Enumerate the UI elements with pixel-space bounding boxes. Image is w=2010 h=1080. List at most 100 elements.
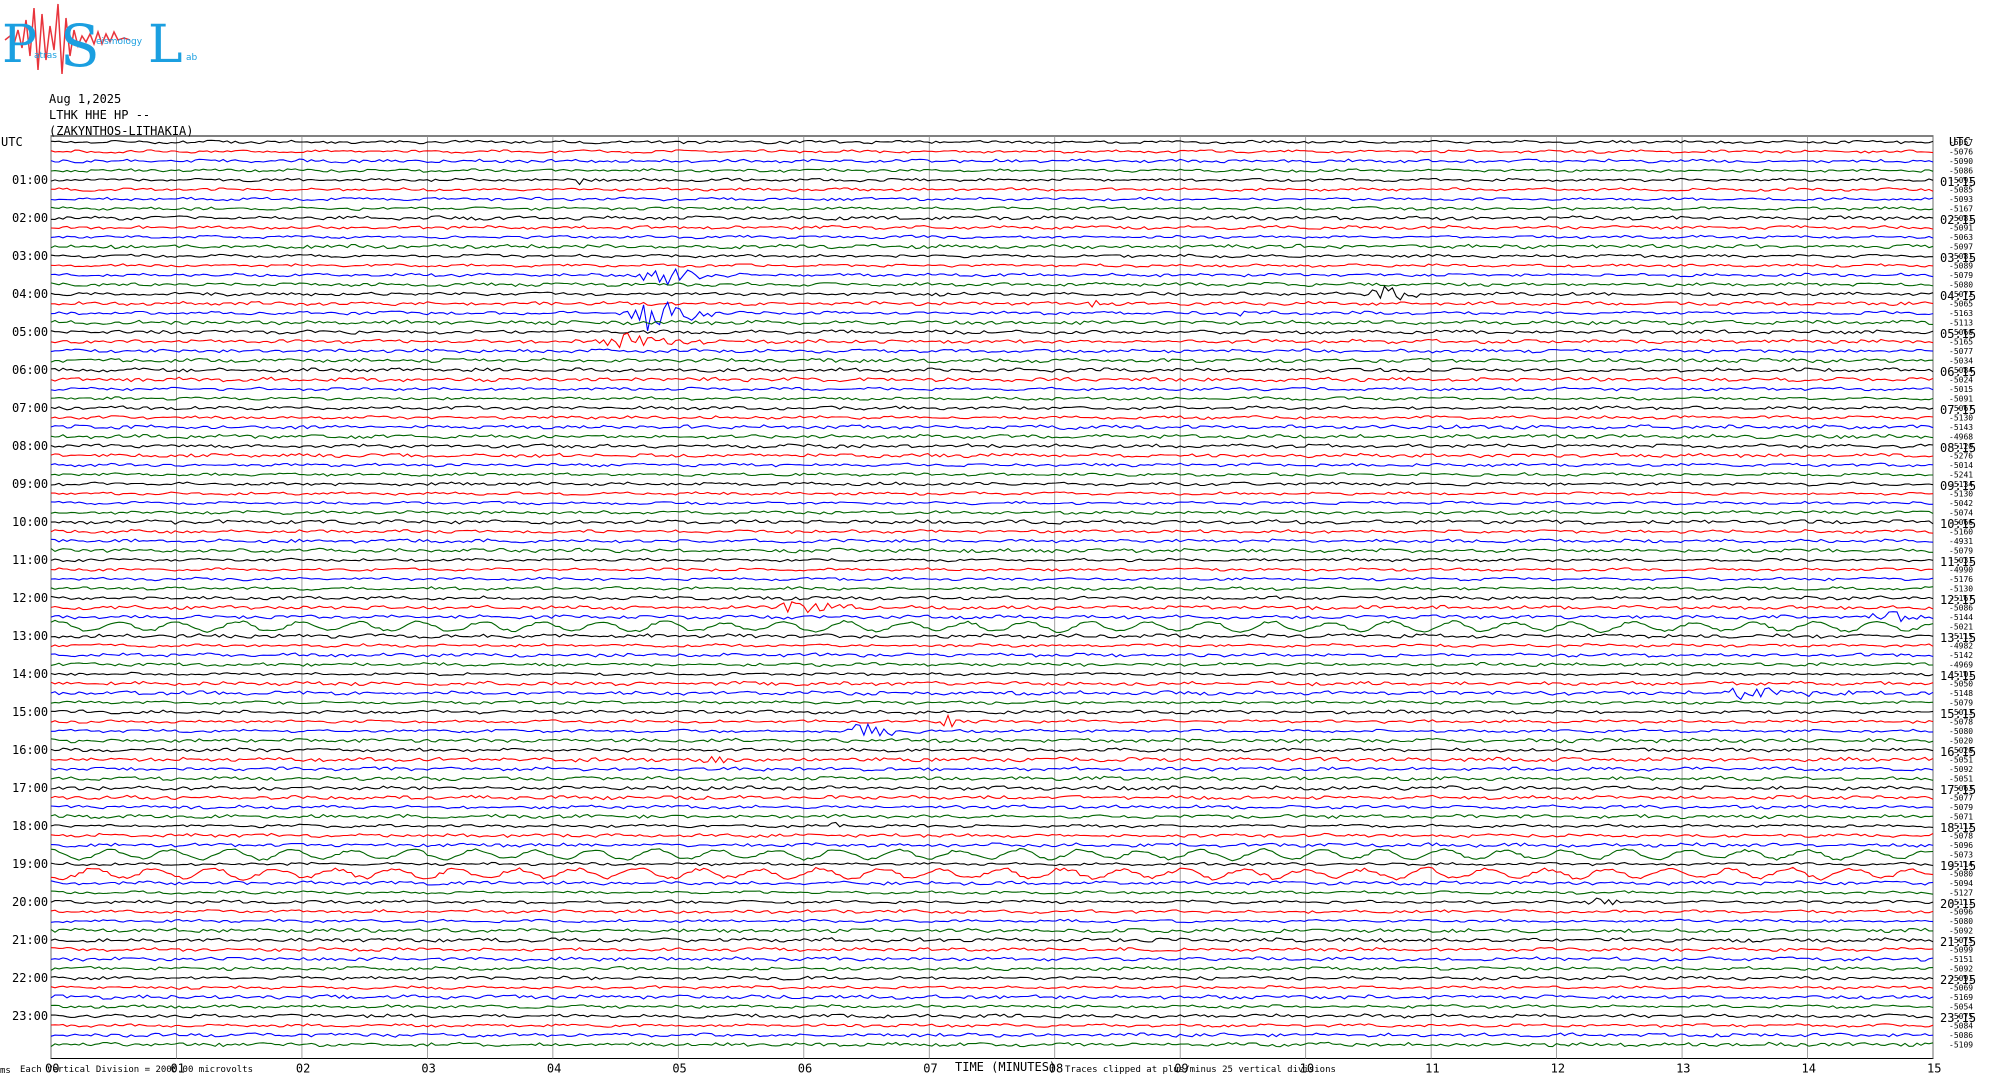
- trace-offset-label: -5042: [1949, 499, 1973, 508]
- seismic-trace: [50, 755, 1934, 764]
- hour-label-right: 06:15: [1940, 365, 1976, 379]
- hour-label-right: 16:15: [1940, 745, 1976, 759]
- trace-offset-label: -5076: [1949, 148, 1973, 157]
- seismic-trace: [51, 299, 1934, 308]
- helicorder-plot: UTC UTC TIME (MINUTES) ms Each Vertical …: [0, 135, 1976, 1076]
- hour-label-right: 15:15: [1940, 707, 1976, 721]
- seismic-trace: [50, 1023, 1934, 1028]
- hour-label-left: 23:00: [12, 1009, 48, 1023]
- seismic-trace: [50, 196, 1934, 202]
- hour-label-right: 19:15: [1940, 859, 1976, 873]
- seismic-trace: [50, 918, 1934, 924]
- hour-label-right: 05:15: [1940, 327, 1976, 341]
- seismic-trace: [50, 263, 1934, 268]
- x-tick-label: 09: [1174, 1062, 1188, 1076]
- trace-offset-label: -5096: [1949, 841, 1973, 850]
- hour-label-left: 21:00: [12, 933, 48, 947]
- hour-label-left: 08:00: [12, 439, 48, 453]
- trace-offset-label: -5143: [1949, 423, 1973, 432]
- seismic-trace: [50, 794, 1934, 801]
- seismic-trace: [50, 643, 1934, 648]
- hour-label-left: 16:00: [12, 743, 48, 757]
- seismic-trace: [50, 357, 1934, 364]
- x-tick-label: 06: [798, 1062, 812, 1076]
- seismic-trace: [50, 424, 1934, 431]
- seismic-trace: [50, 509, 1934, 516]
- trace-offset-label: -5057: [1949, 138, 1973, 147]
- hour-label-left: 07:00: [12, 401, 48, 415]
- hour-label-left: 09:00: [12, 477, 48, 491]
- seismic-trace: [50, 804, 1934, 810]
- seismic-trace: [50, 652, 1934, 658]
- seismic-trace: [50, 956, 1934, 962]
- trace-offset-label: -5109: [1949, 1041, 1973, 1050]
- trace-offset-label: -5077: [1949, 347, 1973, 356]
- seismic-trace: [50, 965, 1934, 972]
- hour-label-left: 10:00: [12, 515, 48, 529]
- footer-mark: ms: [0, 1066, 11, 1076]
- hour-label-right: 09:15: [1940, 479, 1976, 493]
- hour-label-right: 08:15: [1940, 441, 1976, 455]
- hour-label-right: 22:15: [1940, 973, 1976, 987]
- x-tick-label: 02: [296, 1062, 310, 1076]
- seismic-trace: [50, 687, 1934, 701]
- x-tick-label: 00: [45, 1062, 59, 1076]
- seismic-trace: [50, 472, 1933, 477]
- hour-label-left: 19:00: [12, 857, 48, 871]
- seismic-trace: [50, 367, 1934, 373]
- seismic-trace: [50, 847, 1934, 862]
- left-axis-title: UTC: [1, 135, 23, 149]
- hour-label-left: 03:00: [12, 249, 48, 263]
- seismic-trace: [50, 1041, 1934, 1048]
- seismic-trace: [50, 671, 1934, 677]
- seismic-trace: [50, 994, 1934, 1000]
- hour-label-right: 07:15: [1940, 403, 1976, 417]
- seismic-trace: [50, 168, 1934, 173]
- seismic-trace: [50, 224, 1934, 230]
- hour-label-right: 11:15: [1940, 555, 1976, 569]
- x-axis-title: TIME (MINUTES): [955, 1060, 1056, 1074]
- x-tick-label: 15: [1927, 1062, 1941, 1076]
- seismic-trace: [50, 861, 1934, 867]
- trace-offset-label: -5151: [1949, 955, 1973, 964]
- seismic-trace: [50, 1032, 1934, 1038]
- hour-label-left: 22:00: [12, 971, 48, 985]
- hour-label-right: 17:15: [1940, 783, 1976, 797]
- trace-offset-label: -5090: [1949, 157, 1973, 166]
- trace-offset-label: -4931: [1949, 537, 1973, 546]
- hour-label-right: 01:15: [1940, 175, 1976, 189]
- hour-label-left: 11:00: [12, 553, 48, 567]
- seismic-trace: [50, 1013, 1934, 1019]
- seismic-trace: [50, 927, 1933, 934]
- seismic-trace: [50, 619, 1934, 634]
- seismic-trace: [50, 177, 1934, 186]
- seismic-trace: [50, 405, 1934, 411]
- hour-label-left: 13:00: [12, 629, 48, 643]
- x-tick-label: 11: [1425, 1062, 1439, 1076]
- trace-offset-label: -5079: [1949, 271, 1973, 280]
- hour-label-right: 23:15: [1940, 1011, 1976, 1025]
- x-tick-label: 05: [672, 1062, 686, 1076]
- seismic-trace: [50, 611, 1934, 623]
- seismic-trace: [50, 908, 1934, 914]
- trace-offset-label: -5079: [1949, 803, 1973, 812]
- seismic-trace: [50, 443, 1934, 449]
- seismic-trace: [50, 747, 1934, 753]
- seismic-trace: [50, 586, 1934, 591]
- seismic-trace: [50, 737, 1934, 744]
- seismic-trace: [50, 842, 1934, 848]
- hour-label-right: 02:15: [1940, 213, 1976, 227]
- seismic-trace: [50, 567, 1934, 572]
- seismic-trace: [50, 285, 1934, 301]
- hour-label-right: 18:15: [1940, 821, 1976, 835]
- x-tick-label: 13: [1676, 1062, 1690, 1076]
- seismic-trace: [50, 519, 1934, 525]
- seismic-trace: [50, 832, 1934, 839]
- trace-offset-label: -5080: [1949, 727, 1973, 736]
- seismic-trace: [50, 946, 1934, 953]
- trace-offset-label: -5093: [1949, 195, 1973, 204]
- hour-label-left: 20:00: [12, 895, 48, 909]
- x-tick-label: 12: [1551, 1062, 1565, 1076]
- seismic-trace: [50, 215, 1934, 221]
- hour-label-right: 10:15: [1940, 517, 1976, 531]
